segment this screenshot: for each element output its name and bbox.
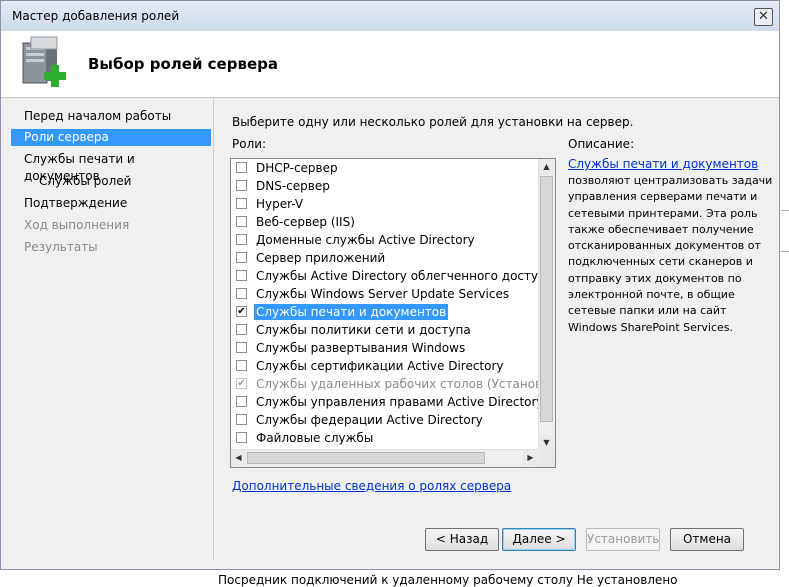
nav-item-print-services[interactable]: Службы печати и документов	[11, 151, 211, 183]
role-checkbox[interactable]	[236, 252, 247, 263]
wizard-header: Выбор ролей сервера	[1, 31, 779, 98]
role-checkbox[interactable]	[236, 180, 247, 191]
description-text: позволяют централизовать задачи управлен…	[568, 174, 773, 334]
nav-item-results: Результаты	[24, 240, 98, 254]
role-checkbox[interactable]	[236, 198, 247, 209]
role-checkbox-disabled-checked: ✔	[236, 378, 247, 389]
list-item[interactable]: DNS-сервер	[234, 177, 539, 195]
role-checkbox[interactable]	[236, 288, 247, 299]
role-checkbox[interactable]	[236, 216, 247, 227]
scroll-right-button[interactable]: ▶	[523, 450, 538, 466]
nav-item-confirmation[interactable]: Подтверждение	[11, 195, 211, 212]
role-label[interactable]: Сервер приложений	[254, 250, 387, 266]
next-button[interactable]: Далее >	[502, 528, 576, 551]
role-checkbox[interactable]	[236, 342, 247, 353]
role-label[interactable]: Службы сертификации Active Directory	[254, 358, 506, 374]
nav-item-before-you-begin[interactable]: Перед началом работы	[11, 108, 211, 125]
description-link[interactable]: Службы печати и документов	[568, 157, 758, 171]
role-label[interactable]: Веб-сервер (IIS)	[254, 214, 357, 230]
description-title: Описание:	[568, 137, 635, 151]
list-item-installed: ✔ Службы удаленных рабочих столов (Устан…	[234, 375, 555, 393]
list-item[interactable]: Файловые службы	[234, 429, 539, 447]
role-checkbox[interactable]	[236, 162, 247, 173]
background-divider	[781, 210, 789, 211]
list-item[interactable]: Веб-сервер (IIS)	[234, 213, 539, 231]
wizard-navigation: Перед началом работы Роли сервера Службы…	[1, 98, 213, 558]
list-item[interactable]: Службы политики сети и доступа	[234, 321, 539, 339]
background-divider	[781, 251, 789, 252]
role-checkbox[interactable]	[236, 360, 247, 371]
arrow-down-icon: ▼	[543, 438, 550, 447]
more-info-link[interactable]: Дополнительные сведения о ролях сервера	[232, 479, 511, 493]
role-label[interactable]: Службы развертывания Windows	[254, 340, 467, 356]
wizard-content: Выберите одну или несколько ролей для ус…	[214, 98, 779, 560]
window-title: Мастер добавления ролей	[12, 9, 180, 23]
list-item[interactable]: Службы развертывания Windows	[234, 339, 539, 357]
scroll-down-button[interactable]: ▼	[539, 435, 554, 451]
back-button[interactable]: < Назад	[425, 528, 499, 551]
vertical-scrollbar[interactable]: ▲ ▼	[538, 159, 555, 451]
close-icon: ✕	[758, 9, 769, 24]
role-label: Службы удаленных рабочих столов (Установ…	[256, 377, 556, 391]
role-checkbox[interactable]	[236, 414, 247, 425]
add-roles-wizard-window: Мастер добавления ролей ✕ Выбор ролей се…	[0, 0, 780, 570]
roles-label: Роли:	[232, 137, 267, 151]
role-checkbox[interactable]	[236, 324, 247, 335]
install-button: Установить	[586, 528, 660, 551]
scroll-thumb[interactable]	[540, 176, 553, 422]
scroll-up-button[interactable]: ▲	[539, 159, 554, 175]
instruction-text: Выберите одну или несколько ролей для ус…	[232, 115, 634, 129]
list-item[interactable]: Доменные службы Active Directory	[234, 231, 539, 249]
background-window: Посредник подключений к удаленному рабоч…	[0, 570, 789, 587]
close-button[interactable]: ✕	[754, 8, 773, 26]
role-label[interactable]: Службы Active Directory облегченного дос…	[254, 268, 555, 284]
server-add-icon	[22, 36, 66, 87]
arrow-up-icon: ▲	[543, 162, 550, 171]
role-label[interactable]: Службы Windows Server Update Services	[254, 286, 511, 302]
scroll-left-button[interactable]: ◀	[231, 450, 246, 466]
scroll-corner	[539, 450, 555, 467]
role-label[interactable]: Файловые службы	[254, 430, 375, 446]
role-label[interactable]: Службы управления правами Active Directo…	[254, 394, 546, 410]
nav-item-server-roles[interactable]: Роли сервера	[11, 129, 211, 146]
role-label[interactable]: Службы печати и документов	[254, 304, 449, 320]
role-label[interactable]: DHCP-сервер	[254, 160, 340, 176]
role-label[interactable]: Hyper-V	[254, 196, 305, 212]
background-status-text: Посредник подключений к удаленному рабоч…	[218, 573, 678, 587]
page-title: Выбор ролей сервера	[88, 55, 278, 73]
scroll-thumb[interactable]	[247, 452, 485, 464]
list-item[interactable]: Службы управления правами Active Directo…	[234, 393, 544, 411]
role-label[interactable]: Службы федерации Active Directory	[254, 412, 485, 428]
list-item[interactable]: Службы Active Directory облегченного дос…	[234, 267, 555, 285]
list-item[interactable]: Службы сертификации Active Directory	[234, 357, 539, 375]
role-checkbox[interactable]	[236, 432, 247, 443]
list-item[interactable]: DHCP-сервер	[234, 159, 539, 177]
list-item[interactable]: Службы Windows Server Update Services	[234, 285, 539, 303]
role-label[interactable]: Доменные службы Active Directory	[254, 232, 477, 248]
title-bar[interactable]: Мастер добавления ролей ✕	[1, 1, 779, 31]
role-checkbox[interactable]	[236, 270, 247, 281]
cancel-button[interactable]: Отмена	[670, 528, 744, 551]
list-item[interactable]: Сервер приложений	[234, 249, 539, 267]
role-checkbox-checked[interactable]: ✔	[236, 306, 247, 317]
nav-item-role-services[interactable]: Службы ролей	[11, 173, 211, 190]
horizontal-scrollbar[interactable]: ◀ ▶	[231, 449, 539, 467]
list-item[interactable]: Службы федерации Active Directory	[234, 411, 539, 429]
list-item[interactable]: Hyper-V	[234, 195, 539, 213]
role-checkbox[interactable]	[236, 396, 247, 407]
nav-item-progress: Ход выполнения	[24, 218, 130, 232]
arrow-left-icon: ◀	[235, 453, 242, 462]
roles-list[interactable]: DHCP-сервер DNS-сервер Hyper-V Веб-серве…	[230, 158, 556, 468]
role-checkbox[interactable]	[236, 234, 247, 245]
list-item-selected[interactable]: ✔ Службы печати и документов	[234, 303, 539, 321]
role-label[interactable]: DNS-сервер	[254, 178, 332, 194]
arrow-right-icon: ▶	[527, 453, 534, 462]
role-label[interactable]: Службы политики сети и доступа	[254, 322, 473, 338]
